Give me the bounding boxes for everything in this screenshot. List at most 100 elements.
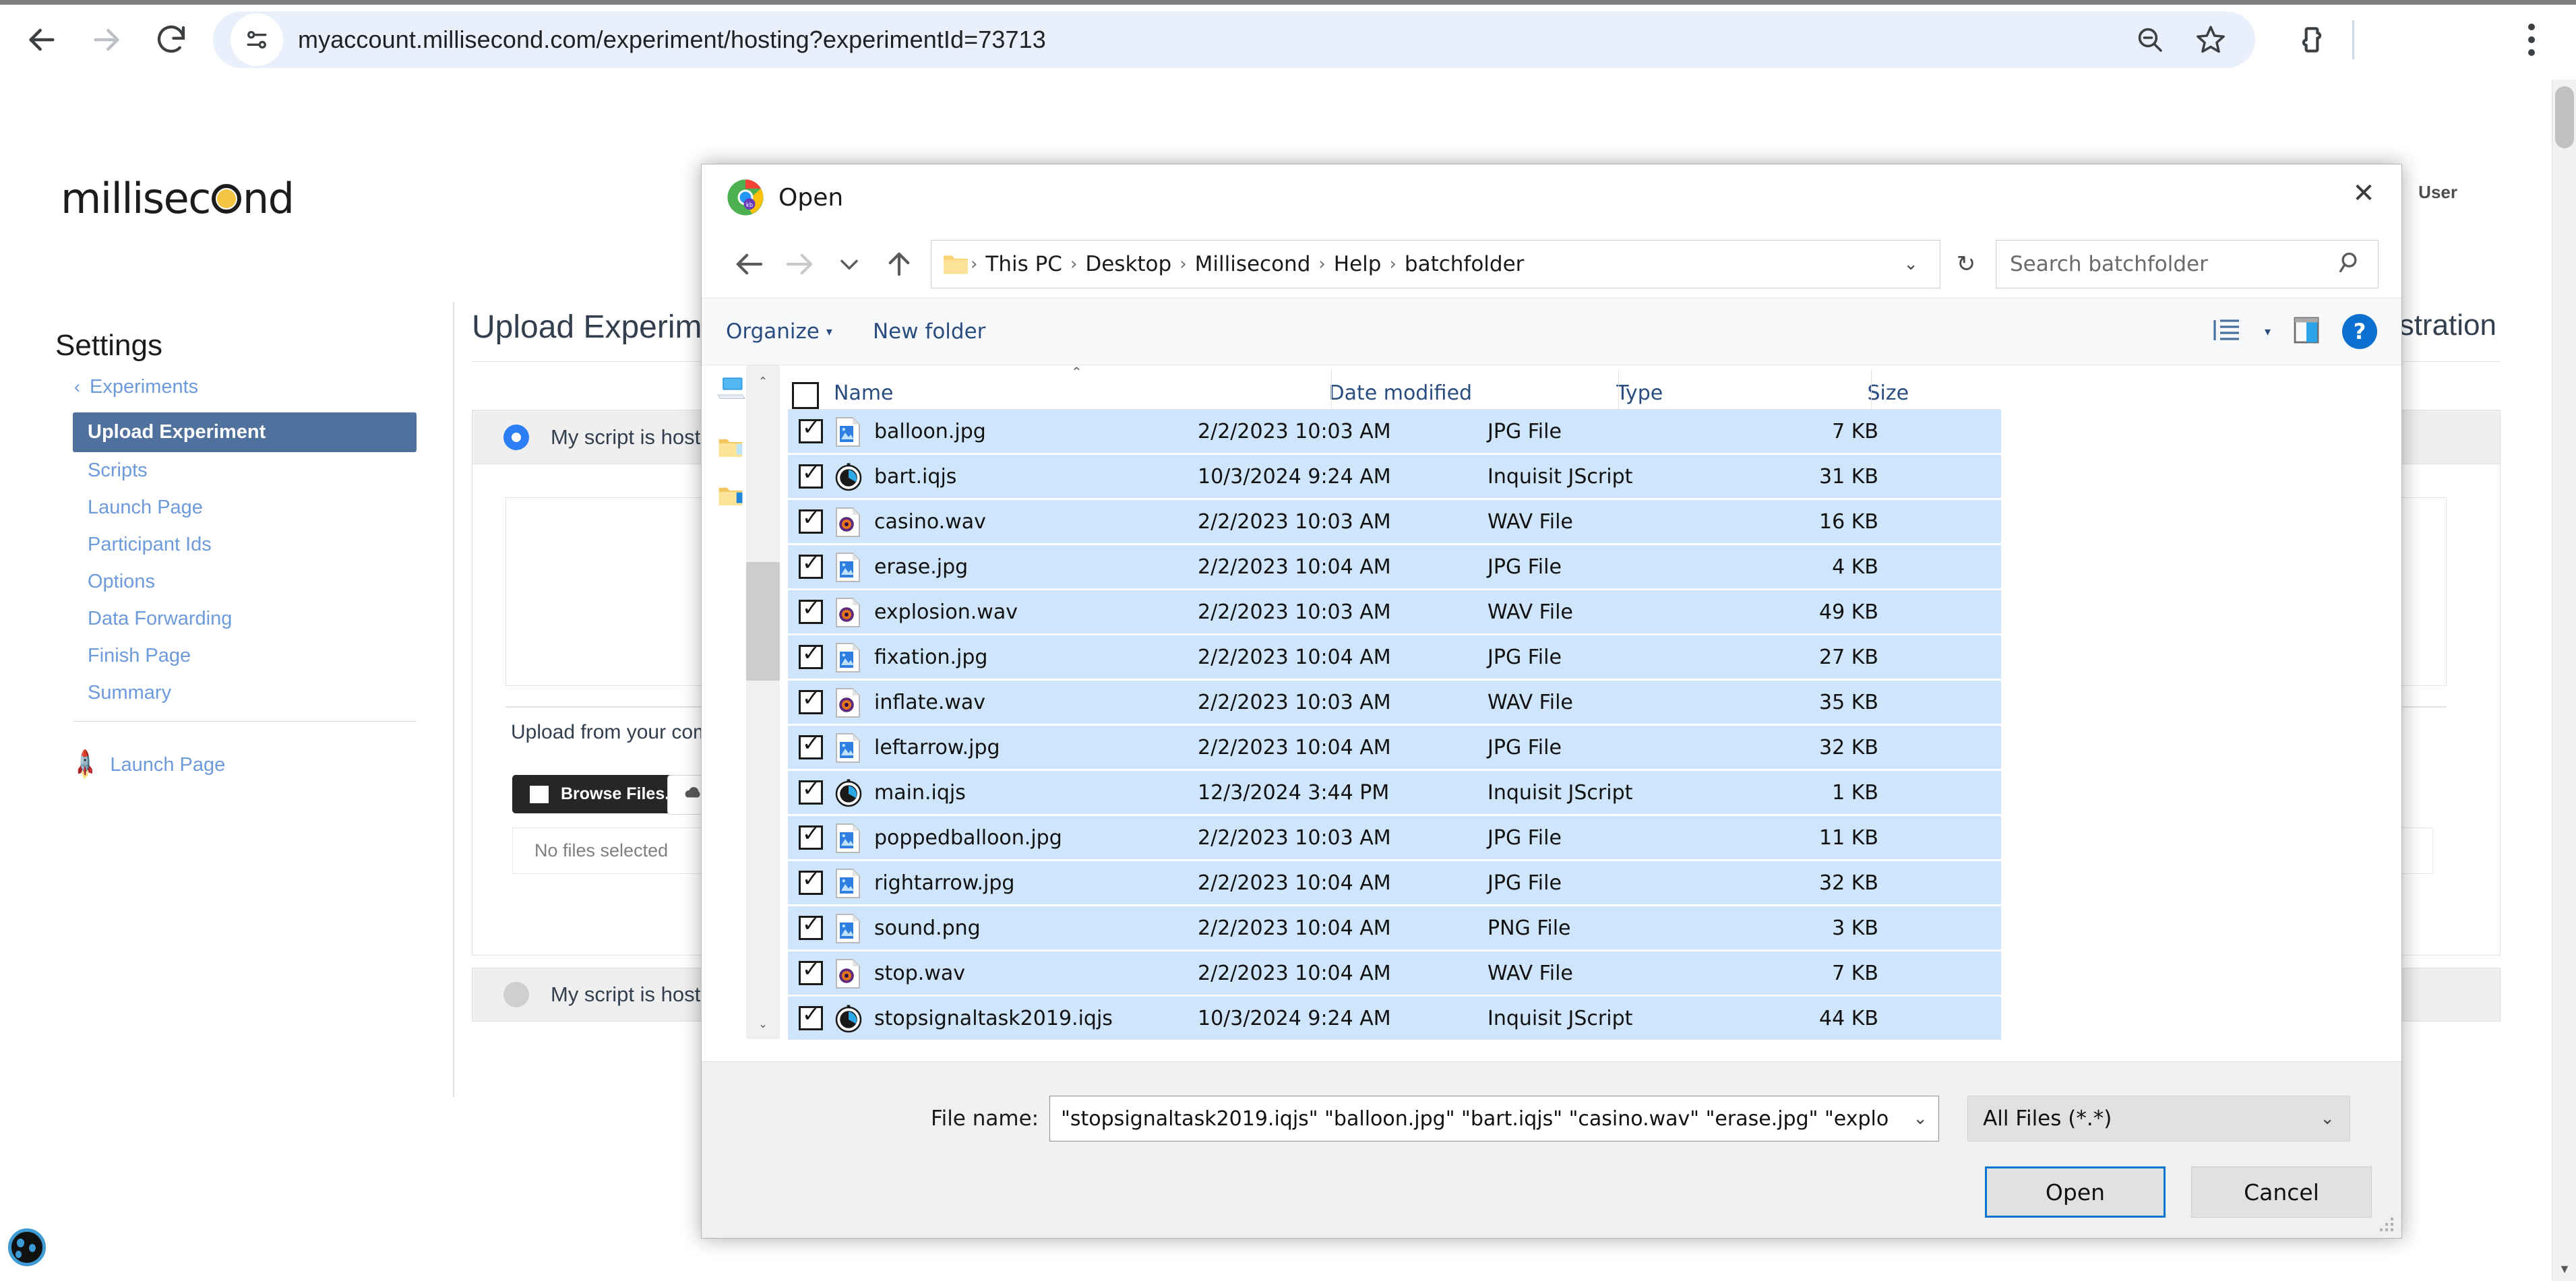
file-checkbox[interactable]	[799, 821, 823, 850]
dialog-recent-locations-icon[interactable]	[824, 239, 874, 289]
bookmark-star-icon[interactable]	[2184, 13, 2238, 67]
scrollbar-thumb[interactable]	[2555, 86, 2574, 148]
file-checkbox[interactable]	[799, 460, 823, 489]
table-row[interactable]: sound.png 2/2/2023 10:04 AM PNG File 3 KB	[788, 906, 2001, 949]
file-type-filter-select[interactable]: All Files (*.*) ⌄	[1967, 1096, 2351, 1142]
cancel-button[interactable]: Cancel	[2191, 1166, 2372, 1218]
table-row[interactable]: bart.iqjs 10/3/2024 9:24 AM Inquisit JScri…	[788, 455, 2001, 498]
dialog-search-box[interactable]: Search batchfolder	[1996, 240, 2379, 288]
browser-menu-button[interactable]	[2505, 10, 2558, 69]
table-row[interactable]: rightarrow.jpg 2/2/2023 10:04 AM JPG File 3…	[788, 861, 2001, 904]
select-all-checkbox[interactable]	[792, 382, 819, 409]
preview-pane-icon[interactable]	[2294, 317, 2319, 346]
file-checkbox[interactable]	[799, 1001, 823, 1030]
sidebar-item-summary[interactable]: Summary	[73, 675, 417, 712]
folder-icon[interactable]	[716, 484, 745, 511]
scroll-down-arrow-icon[interactable]: ▼	[2552, 1257, 2576, 1281]
resize-grip-icon[interactable]	[2379, 1216, 2396, 1234]
extensions-icon[interactable]	[2285, 13, 2339, 67]
sidebar-back-experiments[interactable]: ‹ Experiments	[74, 376, 198, 398]
view-mode-icon[interactable]	[2212, 316, 2242, 347]
browser-back-button[interactable]	[9, 7, 74, 72]
file-checkbox[interactable]	[799, 911, 823, 940]
organize-button[interactable]: Organize ▾	[726, 319, 832, 344]
sidebar-item-data-forwarding[interactable]: Data Forwarding	[73, 600, 417, 637]
sidebar-item-options[interactable]: Options	[73, 563, 417, 600]
accessibility-badge-icon[interactable]	[8, 1228, 46, 1266]
file-checkbox[interactable]	[799, 866, 823, 895]
site-info-icon[interactable]	[231, 13, 283, 66]
breadcrumb-desktop[interactable]: Desktop	[1077, 252, 1179, 276]
table-row[interactable]: leftarrow.jpg 2/2/2023 10:04 AM JPG File 32…	[788, 726, 2001, 769]
tree-scrollbar-thumb[interactable]	[746, 562, 780, 681]
sidebar-launch-page-link[interactable]: 🚀 Launch Page	[69, 749, 225, 782]
breadcrumb-batchfolder[interactable]: batchfolder	[1397, 252, 1533, 276]
breadcrumb-dropdown-icon[interactable]: ⌄	[1891, 254, 1930, 274]
scroll-down-arrow-icon[interactable]: ⌄	[746, 1008, 780, 1039]
table-row[interactable]: main.iqjs 12/3/2024 3:44 PM Inquisit JScri…	[788, 771, 2001, 814]
sidebar-item-upload-experiment[interactable]: Upload Experiment	[73, 412, 417, 452]
view-mode-caret-icon[interactable]: ▾	[2265, 325, 2271, 339]
dialog-close-button[interactable]: ✕	[2326, 164, 2401, 222]
file-list[interactable]: balloon.jpg 2/2/2023 10:03 AM JPG File 7 KB…	[788, 410, 2001, 1040]
zoom-out-icon[interactable]	[2123, 13, 2177, 67]
tree-scrollbar[interactable]: ⌃ ⌄	[746, 365, 780, 1039]
table-row[interactable]: fixation.jpg 2/2/2023 10:04 AM JPG File 27 …	[788, 635, 2001, 679]
file-checkbox[interactable]	[799, 505, 823, 534]
file-checkbox[interactable]	[799, 730, 823, 759]
folder-icon[interactable]	[716, 435, 745, 462]
table-row[interactable]: stopsignaltask2019.iqjs 10/3/2024 9:24 AM…	[788, 997, 2001, 1040]
sidebar-item-participant-ids[interactable]: Participant Ids	[73, 526, 417, 563]
table-row[interactable]: explosion.wav 2/2/2023 10:03 AM WAV File 49…	[788, 590, 2001, 633]
sidebar-item-scripts[interactable]: Scripts	[73, 452, 417, 489]
open-button[interactable]: Open	[1985, 1166, 2166, 1218]
column-header-size[interactable]: Size	[1867, 381, 2001, 409]
column-divider[interactable]	[1331, 370, 1332, 409]
sidebar-item-finish-page[interactable]: Finish Page	[73, 637, 417, 675]
browser-reload-button[interactable]	[139, 7, 204, 72]
breadcrumb-this-pc[interactable]: This PC	[977, 252, 1070, 276]
new-folder-button[interactable]: New folder	[873, 319, 985, 344]
page-vertical-scrollbar[interactable]: ▲ ▼	[2552, 80, 2576, 1281]
chevron-down-icon[interactable]: ⌄	[2320, 1108, 2335, 1129]
dialog-back-icon[interactable]	[725, 239, 774, 289]
file-checkbox[interactable]	[799, 550, 823, 579]
file-checkbox[interactable]	[799, 414, 823, 443]
dialog-up-icon[interactable]	[874, 239, 924, 289]
radio-selected-icon[interactable]	[503, 424, 529, 450]
file-name-value: "stopsignaltask2019.iqjs" "balloon.jpg" …	[1061, 1106, 1889, 1131]
this-pc-icon[interactable]	[716, 375, 746, 403]
file-name-input[interactable]: "stopsignaltask2019.iqjs" "balloon.jpg" …	[1049, 1096, 1940, 1142]
column-header-date-modified[interactable]: Date modified	[1328, 381, 1616, 409]
omnibox[interactable]: myaccount.millisecond.com/experiment/hos…	[213, 11, 2255, 68]
table-row[interactable]: poppedballoon.jpg 2/2/2023 10:03 AM JPG Fi…	[788, 816, 2001, 859]
breadcrumb-millisecond[interactable]: Millisecond	[1187, 252, 1319, 276]
table-row[interactable]: inflate.wav 2/2/2023 10:03 AM WAV File 35 K…	[788, 681, 2001, 724]
file-checkbox[interactable]	[799, 595, 823, 624]
table-row[interactable]: balloon.jpg 2/2/2023 10:03 AM JPG File 7 KB	[788, 410, 2001, 453]
column-header-type[interactable]: Type	[1616, 381, 1867, 409]
column-divider[interactable]	[1618, 370, 1619, 409]
file-checkbox[interactable]	[799, 956, 823, 985]
file-checkbox[interactable]	[799, 776, 823, 805]
file-checkbox[interactable]	[799, 685, 823, 714]
file-checkbox[interactable]	[799, 640, 823, 669]
user-menu[interactable]: User	[2418, 182, 2457, 203]
breadcrumb-bar[interactable]: › This PC › Desktop › Millisecond › Help…	[931, 240, 1940, 288]
chevron-down-icon[interactable]: ⌄	[1913, 1108, 1928, 1129]
scroll-up-arrow-icon[interactable]: ⌃	[746, 365, 780, 396]
dialog-forward-icon[interactable]	[774, 239, 824, 289]
column-divider[interactable]	[1871, 370, 1872, 409]
dialog-nav-tree[interactable]: ⌃ ⌄	[702, 365, 780, 1039]
table-row[interactable]: erase.jpg 2/2/2023 10:04 AM JPG File 4 KB	[788, 545, 2001, 588]
column-header-name[interactable]: Name	[834, 381, 1328, 409]
radio-unselected-icon[interactable]	[503, 982, 529, 1007]
refresh-icon[interactable]: ↻	[1940, 240, 1992, 288]
browser-forward-button[interactable]	[74, 7, 139, 72]
sidebar-item-launch-page[interactable]: Launch Page	[73, 489, 417, 526]
file-type-cell: Inquisit JScript	[1488, 1006, 1633, 1030]
breadcrumb-help[interactable]: Help	[1326, 252, 1390, 276]
table-row[interactable]: casino.wav 2/2/2023 10:03 AM WAV File 16 KB	[788, 500, 2001, 543]
help-icon[interactable]: ?	[2342, 314, 2377, 349]
table-row[interactable]: stop.wav 2/2/2023 10:04 AM WAV File 7 KB	[788, 951, 2001, 995]
